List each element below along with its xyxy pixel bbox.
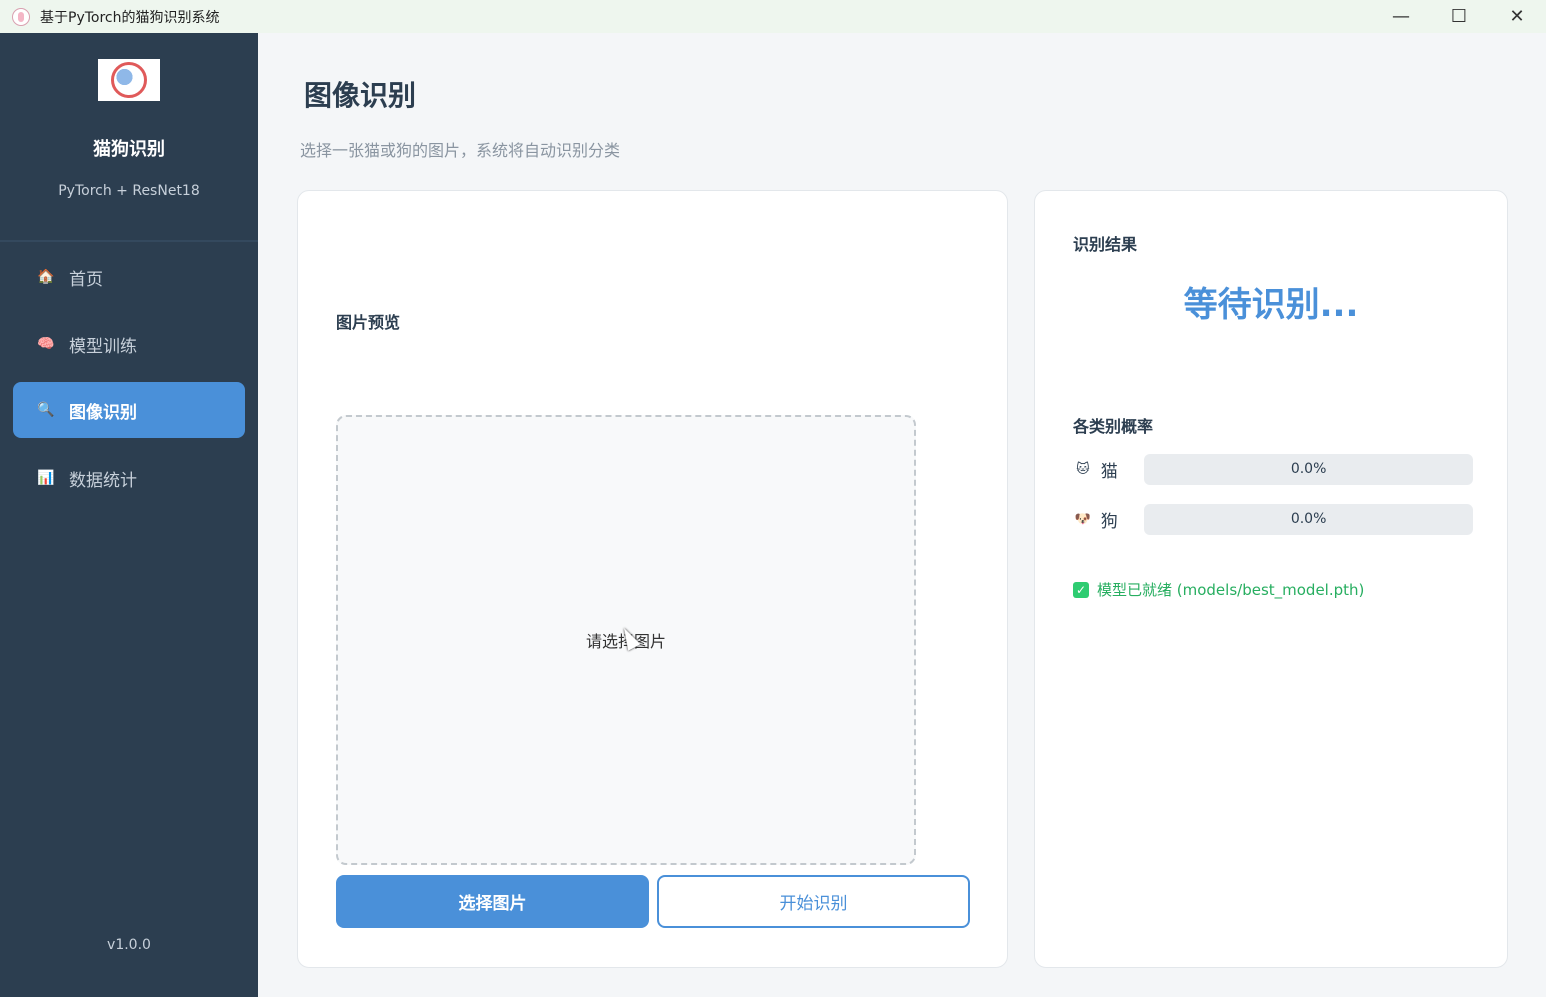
probability-row-dog: 🐶 狗 0.0% xyxy=(1073,503,1474,535)
house-icon: 🏠 xyxy=(37,269,55,285)
result-card: 识别结果 等待识别... 各类别概率 🐱 猫 0.0% 🐶 狗 0.0% ✓ 模… xyxy=(1034,190,1508,968)
result-status: 等待识别... xyxy=(1183,285,1359,325)
app-icon xyxy=(12,7,30,26)
probability-label: 各类别概率 xyxy=(1073,417,1154,436)
select-image-button[interactable]: 选择图片 xyxy=(336,875,649,928)
sidebar-item-label: 图像识别 xyxy=(69,402,137,423)
logo xyxy=(98,59,160,101)
probability-value: 0.0% xyxy=(1290,461,1327,477)
class-name: 猫 xyxy=(1100,461,1118,482)
preview-label: 图片预览 xyxy=(336,313,401,332)
cat-dog-logo-icon xyxy=(111,62,147,98)
probability-bar: 0.0% xyxy=(1144,453,1474,485)
page-title: 图像识别 xyxy=(304,79,417,112)
sidebar-item-recognition[interactable]: 🔍 图像识别 xyxy=(13,382,245,438)
preview-card: 图片预览 请选择图片 选择图片 开始识别 xyxy=(297,190,1008,968)
version-label: v1.0.0 xyxy=(107,937,151,953)
sidebar: 猫狗识别 PyTorch + ResNet18 🏠 首页 🧠 模型训练 🔍 图像… xyxy=(0,33,258,997)
magnifier-icon: 🔍 xyxy=(37,402,55,418)
sidebar-item-label: 首页 xyxy=(69,269,103,290)
sidebar-item-label: 模型训练 xyxy=(69,336,137,357)
brand-title: 猫狗识别 xyxy=(93,139,165,160)
window-title: 基于PyTorch的猫狗识别系统 xyxy=(40,9,220,26)
title-bar: 基于PyTorch的猫狗识别系统 — ☐ ✕ xyxy=(0,0,1546,33)
probability-value: 0.0% xyxy=(1290,511,1327,527)
model-status-text: 模型已就绪 (models/best_model.pth) xyxy=(1097,581,1365,599)
probability-row-cat: 🐱 猫 0.0% xyxy=(1073,453,1474,485)
check-icon: ✓ xyxy=(1073,581,1089,598)
dog-icon: 🐶 xyxy=(1074,511,1091,527)
window-controls: — ☐ ✕ xyxy=(1372,0,1546,33)
sidebar-item-training[interactable]: 🧠 模型训练 xyxy=(13,316,245,372)
brand-subtitle: PyTorch + ResNet18 xyxy=(58,183,200,199)
bar-chart-icon: 📊 xyxy=(37,470,55,486)
sidebar-divider xyxy=(0,240,258,242)
result-label: 识别结果 xyxy=(1073,235,1138,254)
sidebar-item-home[interactable]: 🏠 首页 xyxy=(13,249,245,305)
page-subtitle: 选择一张猫或狗的图片，系统将自动识别分类 xyxy=(300,141,621,160)
sidebar-item-label: 数据统计 xyxy=(69,470,137,491)
start-recognition-button[interactable]: 开始识别 xyxy=(657,875,970,928)
brain-icon: 🧠 xyxy=(37,336,55,352)
maximize-button[interactable]: ☐ xyxy=(1430,0,1488,33)
class-name: 狗 xyxy=(1100,511,1118,532)
sidebar-item-statistics[interactable]: 📊 数据统计 xyxy=(13,450,245,506)
close-button[interactable]: ✕ xyxy=(1488,0,1546,33)
model-status: ✓ 模型已就绪 (models/best_model.pth) xyxy=(1073,579,1364,600)
minimize-button[interactable]: — xyxy=(1372,0,1430,33)
probability-bar: 0.0% xyxy=(1144,503,1474,535)
cat-icon: 🐱 xyxy=(1076,461,1090,477)
